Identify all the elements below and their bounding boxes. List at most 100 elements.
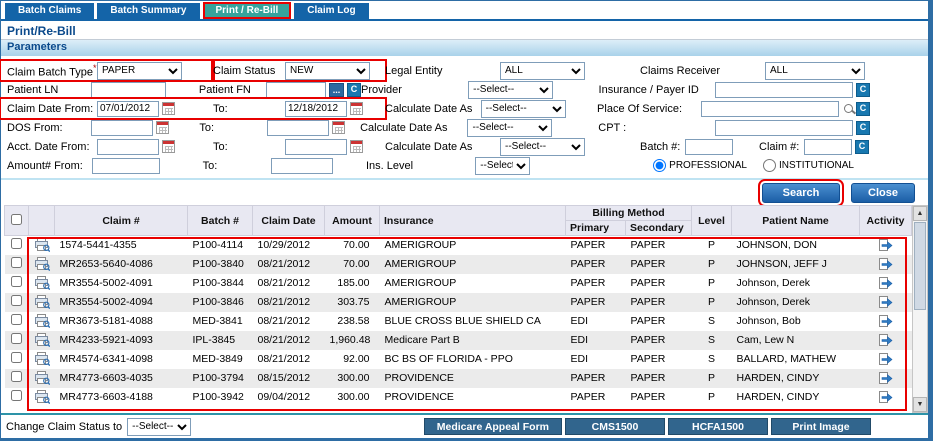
patient-fn-clear-button[interactable]: C [347, 83, 361, 97]
scroll-down-icon[interactable]: ▼ [913, 397, 927, 412]
row-checkbox[interactable] [11, 238, 22, 249]
tab-batch-summary[interactable]: Batch Summary [97, 3, 199, 19]
level-cell: P [692, 274, 732, 293]
search-lookup-icon[interactable] [844, 104, 853, 113]
ins-level-select[interactable]: --Select-- [475, 157, 530, 175]
batch-number-cell: MED-3849 [188, 350, 253, 369]
activity-icon[interactable] [878, 334, 893, 346]
activity-icon[interactable] [878, 239, 893, 251]
parameters-section-header: Parameters [1, 40, 928, 56]
activity-cell [860, 388, 912, 407]
print-preview-icon[interactable] [34, 334, 50, 346]
calendar-icon[interactable] [156, 121, 169, 134]
row-checkbox[interactable] [11, 314, 22, 325]
scrollbar-track[interactable] [913, 311, 927, 397]
print-image-button[interactable]: Print Image [771, 418, 871, 435]
tab-print-re-bill[interactable]: Print / Re-Bill [203, 2, 292, 19]
activity-icon[interactable] [878, 315, 893, 327]
patient-ln-input[interactable] [91, 82, 166, 98]
cpt-label: CPT : [598, 122, 626, 134]
acct-date-to-input[interactable] [285, 139, 347, 155]
batch-no-input[interactable] [685, 139, 733, 155]
institutional-radio[interactable] [763, 159, 776, 172]
scroll-up-icon[interactable]: ▲ [913, 206, 927, 221]
place-of-service-clear-button[interactable]: C [856, 102, 870, 116]
calendar-icon[interactable] [332, 121, 345, 134]
cpt-clear-button[interactable]: C [856, 121, 870, 135]
medicare-appeal-form-button[interactable]: Medicare Appeal Form [424, 418, 562, 435]
row-checkbox[interactable] [11, 257, 22, 268]
row-icon-cell [29, 388, 55, 407]
calendar-icon[interactable] [350, 140, 363, 153]
claim-batch-type-select[interactable]: PAPER [97, 62, 182, 80]
search-button[interactable]: Search [762, 183, 840, 203]
claim-number-cell: 1574-5441-4355 [55, 236, 188, 255]
print-preview-icon[interactable] [34, 277, 50, 289]
row-checkbox[interactable] [11, 295, 22, 306]
primary-billing-cell: PAPER [565, 236, 625, 255]
patient-fn-input[interactable] [266, 82, 326, 98]
close-button[interactable]: Close [851, 183, 915, 203]
amount-from-input[interactable] [92, 158, 160, 174]
calculate-date-as-select-1[interactable]: --Select-- [481, 100, 566, 118]
print-preview-icon[interactable] [34, 239, 50, 251]
row-checkbox-cell [5, 312, 29, 331]
print-preview-icon[interactable] [34, 315, 50, 327]
calendar-icon[interactable] [162, 140, 175, 153]
activity-icon[interactable] [878, 258, 893, 270]
row-checkbox[interactable] [11, 352, 22, 363]
print-preview-icon[interactable] [34, 353, 50, 365]
calendar-icon[interactable] [162, 102, 175, 115]
activity-icon[interactable] [878, 372, 893, 384]
insurance-payer-id-clear-button[interactable]: C [856, 83, 870, 97]
row-checkbox[interactable] [11, 276, 22, 287]
provider-select[interactable]: --Select-- [468, 81, 553, 99]
cpt-input[interactable] [715, 120, 853, 136]
cms1500-button[interactable]: CMS1500 [565, 418, 665, 435]
legal-entity-select[interactable]: ALL [500, 62, 585, 80]
print-preview-icon[interactable] [34, 296, 50, 308]
claims-table-body: 1574-5441-4355 P100-4114 10/29/2012 70.0… [5, 236, 912, 407]
row-checkbox[interactable] [11, 390, 22, 401]
amount-to-input[interactable] [271, 158, 333, 174]
primary-billing-cell: PAPER [565, 255, 625, 274]
dos-to-input[interactable] [267, 120, 329, 136]
change-claim-status-select[interactable]: --Select-- [127, 418, 191, 436]
claim-status-select[interactable]: NEW [285, 62, 370, 80]
acct-date-from-input[interactable] [97, 139, 159, 155]
activity-cell [860, 236, 912, 255]
tab-batch-claims[interactable]: Batch Claims [5, 3, 94, 19]
scrollbar-thumb[interactable] [914, 222, 926, 310]
claim-date-from-input[interactable] [97, 101, 159, 117]
patient-fn-lookup-button[interactable]: ... [329, 83, 344, 97]
activity-icon[interactable] [878, 277, 893, 289]
vertical-scrollbar[interactable]: ▲ ▼ [912, 205, 928, 413]
claim-date-cell: 08/21/2012 [253, 274, 325, 293]
activity-icon[interactable] [878, 353, 893, 365]
tab-claim-log[interactable]: Claim Log [294, 3, 368, 19]
print-preview-icon[interactable] [34, 391, 50, 403]
claim-number-cell: MR3554-5002-4094 [55, 293, 188, 312]
activity-icon[interactable] [878, 296, 893, 308]
print-preview-icon[interactable] [34, 258, 50, 270]
activity-cell [860, 274, 912, 293]
place-of-service-input[interactable] [701, 101, 839, 117]
hcfa1500-button[interactable]: HCFA1500 [668, 418, 768, 435]
row-checkbox[interactable] [11, 333, 22, 344]
claim-no-clear-button[interactable]: C [855, 140, 869, 154]
select-all-checkbox[interactable] [11, 214, 22, 225]
row-checkbox[interactable] [11, 371, 22, 382]
professional-radio[interactable] [653, 159, 666, 172]
calculate-date-as-select-3[interactable]: --Select-- [500, 138, 585, 156]
claim-no-input[interactable] [804, 139, 852, 155]
dos-from-input[interactable] [91, 120, 153, 136]
claim-date-to-input[interactable] [285, 101, 347, 117]
patient-name-cell: JOHNSON, DON [732, 236, 860, 255]
calculate-date-as-select-2[interactable]: --Select-- [467, 119, 552, 137]
insurance-payer-id-input[interactable] [715, 82, 853, 98]
calendar-icon[interactable] [350, 102, 363, 115]
print-preview-icon[interactable] [34, 372, 50, 384]
activity-icon[interactable] [878, 391, 893, 403]
claim-number-cell: MR2653-5640-4086 [55, 255, 188, 274]
claims-receiver-select[interactable]: ALL [765, 62, 865, 80]
